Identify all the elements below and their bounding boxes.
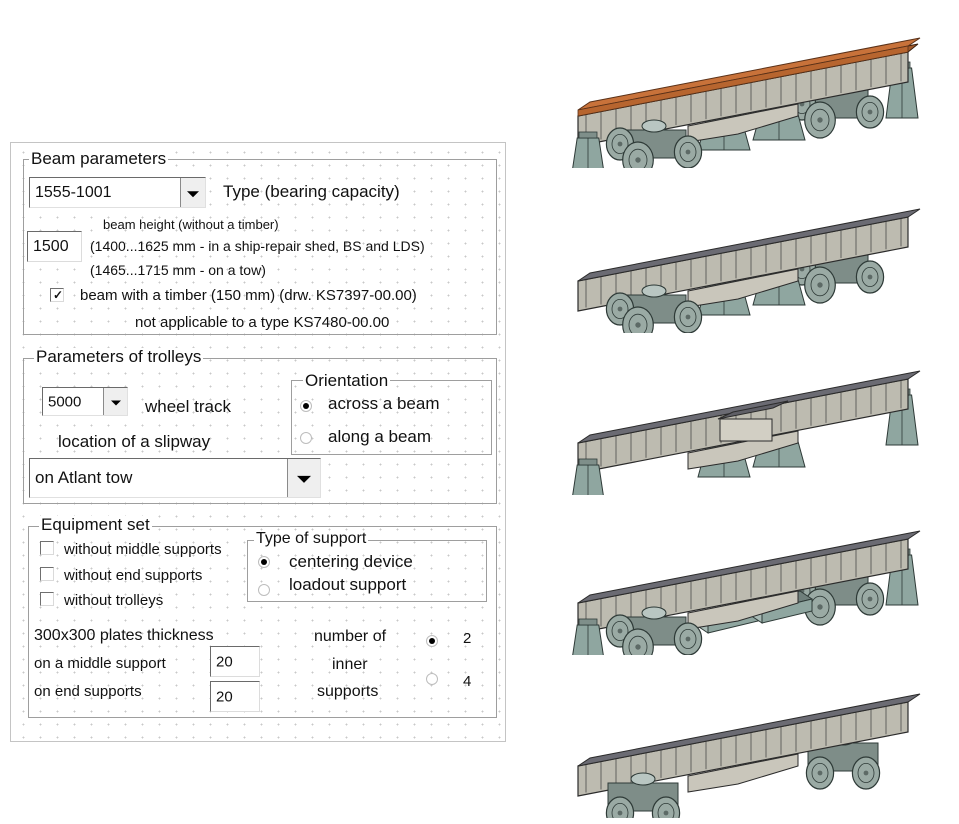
wheel-track-value: 5000 (48, 393, 82, 410)
orientation-across-radio[interactable] (300, 400, 312, 412)
without-middle-supports-checkbox[interactable] (40, 541, 54, 555)
equipment-set-legend: Equipment set (39, 515, 152, 534)
plates-thickness-label: 300x300 plates thickness (34, 627, 214, 644)
beam-type-select[interactable]: 1555-1001 (29, 177, 206, 208)
wheel-track-dropdown-button[interactable] (103, 388, 127, 415)
inner-supports-4-radio[interactable] (426, 673, 438, 685)
end-supports-label: on end supports (34, 683, 142, 700)
timber-checkbox[interactable]: ✓ (50, 288, 64, 302)
centering-device-label[interactable]: centering device (289, 553, 413, 570)
beam-with-timber-on-trolleys-illustration (572, 37, 921, 168)
timber-note: not applicable to a type KS7480-00.00 (135, 314, 390, 331)
orientation-along-label[interactable]: along a beam (328, 428, 431, 445)
beam-parameters-legend: Beam parameters (29, 149, 169, 168)
centering-device-radio[interactable] (258, 556, 270, 568)
wheel-track-select[interactable]: 5000 (42, 387, 128, 416)
without-trolleys-checkbox[interactable] (40, 592, 54, 606)
radio-selected-dot (429, 638, 435, 644)
orientation-across-label[interactable]: across a beam (328, 395, 440, 412)
beam-on-trolleys-illustration (577, 208, 921, 333)
trolley-parameters-legend: Parameters of trolleys (34, 347, 204, 366)
chevron-down-icon (110, 400, 121, 405)
beam-height-range-shed: (1400...1625 mm - in a ship-repair shed,… (90, 238, 425, 254)
loadout-support-radio[interactable] (258, 584, 270, 596)
beam-height-label: beam height (without a timber) (103, 217, 279, 232)
radio-selected-dot (303, 403, 309, 409)
middle-support-thickness-input[interactable]: 20 (210, 646, 260, 677)
wheel-track-label: wheel track (145, 397, 231, 416)
slipway-dropdown-button[interactable] (287, 459, 320, 497)
end-supports-thickness-input[interactable]: 20 (210, 681, 260, 712)
beam-height-range-tow: (1465...1715 mm - on a tow) (90, 262, 266, 278)
without-end-supports-checkbox[interactable] (40, 567, 54, 581)
timber-checkbox-label[interactable]: beam with a timber (150 mm) (drw. KS7397… (80, 288, 417, 303)
inner-supports-2-label[interactable]: 2 (463, 631, 471, 646)
beam-type-value: 1555-1001 (35, 183, 112, 201)
without-end-supports-label[interactable]: without end supports (64, 568, 202, 583)
check-icon: ✓ (53, 288, 64, 302)
beam-with-loadout-supports-illustration (572, 530, 921, 655)
without-middle-supports-label[interactable]: without middle supports (64, 542, 222, 557)
inner-supports-label-line3: supports (317, 683, 379, 700)
inner-supports-2-radio[interactable] (426, 635, 438, 647)
slipway-label: location of a slipway (58, 432, 211, 451)
inner-supports-label-line2: inner (332, 656, 368, 673)
slipway-value: on Atlant tow (35, 468, 133, 487)
inner-supports-label-line1: number of (314, 628, 387, 645)
middle-support-label: on a middle support (34, 655, 166, 672)
beam (577, 370, 921, 474)
inner-supports-4-label[interactable]: 4 (463, 674, 471, 689)
chevron-down-icon (297, 475, 311, 483)
without-trolleys-label[interactable]: without trolleys (64, 593, 163, 608)
beam-type-dropdown-button[interactable] (180, 178, 205, 207)
loadout-support-label[interactable]: loadout support (289, 576, 406, 593)
beam-height-input[interactable]: 1500 (27, 231, 82, 262)
beam-along-trolleys-illustration (577, 693, 921, 818)
type-of-support-legend: Type of support (254, 530, 369, 547)
orientation-legend: Orientation (303, 371, 391, 390)
radio-selected-dot (261, 559, 267, 565)
beam-without-trolleys-illustration (572, 370, 921, 495)
chevron-down-icon (187, 190, 199, 197)
beam-type-label: Type (bearing capacity) (223, 182, 400, 201)
slipway-select[interactable]: on Atlant tow (29, 458, 321, 498)
orientation-along-radio[interactable] (300, 432, 312, 444)
